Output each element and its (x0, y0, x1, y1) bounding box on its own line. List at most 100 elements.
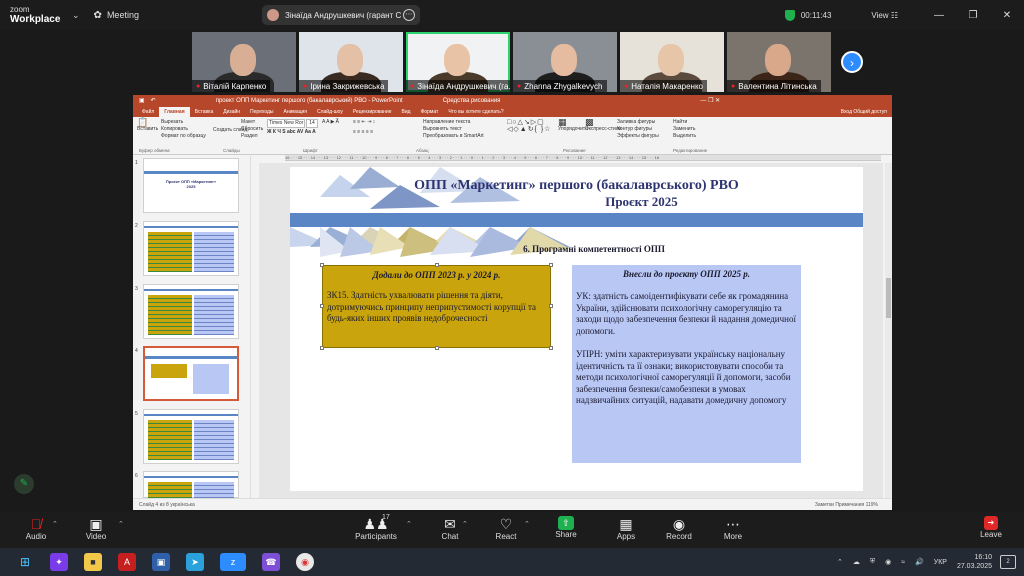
ppt-tab[interactable]: Главная (159, 107, 190, 117)
font-name-select[interactable]: Times New Ror (267, 119, 305, 128)
new-competence-box[interactable]: Внесли до проєкту ОПП 2025 р. УК: здатні… (572, 265, 801, 463)
restore-icon[interactable]: ❐ (956, 10, 990, 21)
share-button[interactable]: ⇧ Share (536, 516, 596, 539)
slide-thumbnail[interactable]: Проект ОПП «Маркетинг» 2025 (143, 158, 239, 213)
leave-button[interactable]: ➜ Leave (961, 516, 1021, 539)
text-direction-button[interactable]: Направление текста (423, 119, 484, 126)
shape-outline-button[interactable]: Контур фигуры (617, 126, 659, 133)
tray-chevron-icon[interactable]: ⌃ (837, 558, 843, 566)
clock[interactable]: 16:10 27.03.2025 (957, 553, 992, 571)
cut-button[interactable]: Вырезать (161, 119, 206, 126)
ppt-tab[interactable]: Вставка (190, 107, 219, 117)
shield-tray-icon[interactable]: ⛨ (870, 558, 875, 566)
app-icon[interactable]: ▣ (152, 553, 170, 571)
convert-smartart-button[interactable]: Преобразовать в SmartArt (423, 133, 484, 140)
view-menu-button[interactable]: View ☷ (871, 11, 898, 20)
font-tools-icons[interactable]: A A ▶ A̅ (322, 119, 339, 128)
resize-handle[interactable] (320, 346, 324, 350)
save-icon[interactable]: ▣ (139, 97, 145, 104)
find-button[interactable]: Найти (673, 119, 696, 126)
more-options-icon[interactable]: ⋯ (403, 9, 415, 21)
select-button[interactable]: Выделить (673, 133, 696, 140)
resize-handle[interactable] (435, 346, 439, 350)
close-icon[interactable]: ✕ (990, 10, 1024, 21)
ppt-tab[interactable]: Вид (397, 107, 416, 117)
ppt-tab[interactable]: Файл (137, 107, 159, 117)
video-button[interactable]: ▣ Video (66, 516, 126, 541)
format-painter-button[interactable]: Формат по образцу (161, 133, 206, 140)
layout-button[interactable]: Макет (241, 119, 263, 126)
participants-button[interactable]: ♟♟ 17 Participants (346, 514, 406, 541)
shape-fill-button[interactable]: Заливка фигуры (617, 119, 659, 126)
alignment-icons[interactable]: ≡ ≡ ≡ ≡ ≡ (353, 129, 373, 136)
language-indicator[interactable]: УКР (934, 559, 947, 566)
font-size-select[interactable]: 14 (306, 119, 318, 128)
screen-share-indicator[interactable]: Зінаїда Андрушкевич (гарант С ⋯ (262, 5, 420, 25)
onedrive-icon[interactable]: ☁ (853, 558, 860, 566)
replace-button[interactable]: Заменить (673, 126, 696, 133)
notifications-icon[interactable]: 2 (1000, 555, 1016, 569)
chevron-up-icon[interactable]: ⌃ (118, 520, 124, 528)
undo-icon[interactable]: ↶ (151, 97, 156, 104)
paragraph-list-icons[interactable]: ≡ ≡ ⇤ ⇥ ↕ (353, 119, 375, 126)
ppt-window-controls[interactable]: — ❐ ✕ (700, 97, 720, 104)
section-button[interactable]: Раздел (241, 133, 263, 140)
participant-tile[interactable]: ● Ірина Закрижевська (299, 32, 403, 92)
current-slide[interactable]: ОПП «Маркетинг» першого (бакалаврського)… (290, 167, 863, 491)
resize-handle[interactable] (549, 304, 553, 308)
ppt-account-share[interactable]: Вход Общий доступ (836, 107, 892, 117)
wifi-icon[interactable]: ≈ (901, 559, 905, 566)
chat-button[interactable]: ✉ Chat (420, 516, 480, 541)
shield-check-icon[interactable] (784, 9, 795, 21)
reset-button[interactable]: Сбросить (241, 126, 263, 133)
slide-thumbnail[interactable] (143, 221, 239, 276)
ppt-tab[interactable]: Что вы хотите сделать? (443, 107, 508, 117)
shape-effects-button[interactable]: Эффекты фигуры (617, 133, 659, 140)
zoom-level[interactable]: Заметки Примечания 119% (815, 502, 878, 508)
copilot-icon[interactable]: ✦ (50, 553, 68, 571)
participant-tile[interactable]: ● Зінаїда Андрушкевич (га... (406, 32, 510, 92)
ppt-tab[interactable]: Рецензирование (348, 107, 397, 117)
resize-handle[interactable] (320, 304, 324, 308)
next-page-button[interactable]: › (841, 51, 863, 73)
minimize-icon[interactable]: — (922, 10, 956, 21)
ppt-tab[interactable]: Слайд-шоу (312, 107, 348, 117)
chevron-up-icon[interactable]: ⌃ (462, 520, 468, 528)
zoom-tray-icon[interactable]: ◉ (885, 558, 891, 566)
resize-handle[interactable] (549, 263, 553, 267)
resize-handle[interactable] (320, 263, 324, 267)
apps-button[interactable]: ▦ Apps (596, 516, 656, 541)
paste-button[interactable]: Вставить (137, 126, 158, 133)
scroll-thumb[interactable] (886, 278, 891, 318)
meeting-menu-button[interactable]: ✿ Meeting (94, 10, 139, 21)
slide-thumbnail[interactable] (143, 409, 239, 464)
resize-handle[interactable] (549, 346, 553, 350)
acrobat-icon[interactable]: A (118, 553, 136, 571)
participant-tile[interactable]: ● Віталій Карпенко (192, 32, 296, 92)
windows-start-icon[interactable]: ⊞ (16, 553, 34, 571)
chrome-icon[interactable]: ◉ (296, 553, 314, 571)
chevron-up-icon[interactable]: ⌃ (406, 520, 412, 528)
ppt-tab[interactable]: Переходы (245, 107, 278, 117)
resize-handle[interactable] (435, 263, 439, 267)
copy-button[interactable]: Копировать (161, 126, 206, 133)
vertical-scrollbar[interactable] (885, 163, 892, 498)
participant-tile[interactable]: ● Валентина Літинська (727, 32, 831, 92)
participant-tile[interactable]: ● Наталія Макаренко (620, 32, 724, 92)
file-explorer-icon[interactable]: ■ (84, 553, 102, 571)
slide-thumbnail[interactable] (143, 346, 239, 401)
font-style-buttons[interactable]: Ж К Ч S abc AV Aa A (267, 129, 316, 136)
slide-thumbnail[interactable] (143, 471, 239, 510)
viber-icon[interactable]: ☎ (262, 553, 280, 571)
zoom-taskbar-icon[interactable]: z (220, 553, 246, 571)
more-button[interactable]: ⋯ More (703, 516, 763, 541)
ppt-tab[interactable]: Анимация (279, 107, 312, 117)
annotate-pen-icon[interactable]: ✎ (14, 474, 34, 494)
telegram-icon[interactable]: ➤ (186, 553, 204, 571)
paste-icon[interactable]: 📋 (137, 118, 158, 127)
ppt-tab[interactable]: Формат (416, 107, 444, 117)
shapes-gallery[interactable]: □○△↘▷▢ ◁◇▲↻{ }☆ (507, 119, 551, 133)
chevron-down-icon[interactable]: ⌄ (72, 10, 80, 21)
chevron-up-icon[interactable]: ⌃ (524, 520, 530, 528)
slide-thumbnail[interactable] (143, 284, 239, 339)
